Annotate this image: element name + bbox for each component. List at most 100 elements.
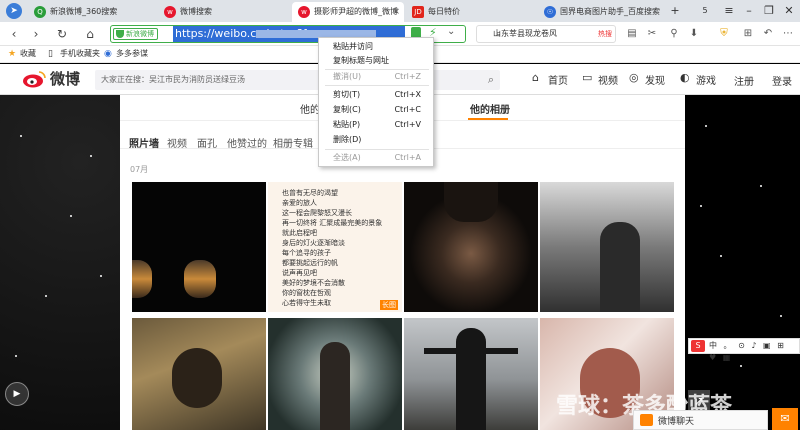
- more-icon[interactable]: ⋯: [780, 26, 796, 42]
- browser-logo-icon[interactable]: ➤: [6, 3, 22, 19]
- photo-thumbnail[interactable]: [268, 318, 402, 430]
- tab-5[interactable]: ☉ 国界电商图片助手_百度搜索: [538, 2, 662, 22]
- menu-icon[interactable]: ≡: [720, 2, 738, 20]
- nav-games[interactable]: ◐游戏: [680, 72, 716, 87]
- baidu-icon: ◉: [104, 49, 114, 59]
- extension-icon[interactable]: ▤: [624, 26, 640, 42]
- grid-icon[interactable]: ⊞: [740, 26, 756, 42]
- magnifier-icon[interactable]: ⚲: [666, 26, 682, 42]
- login-link[interactable]: 登录: [772, 73, 792, 88]
- menu-item-copy[interactable]: 复制(C)Ctrl+C: [319, 103, 435, 117]
- menu-shortcut: Ctrl+Z: [395, 70, 421, 84]
- tab-3-active[interactable]: w 摄影师尹超的微博_微博 ×: [292, 2, 404, 22]
- subtab-video[interactable]: 视频: [167, 135, 187, 150]
- tab-title: 摄影师尹超的微博_微博: [314, 7, 398, 16]
- menu-label: 剪切(T): [333, 90, 360, 99]
- menu-label: 粘贴(P): [333, 120, 360, 129]
- photo-thumbnail[interactable]: [132, 182, 266, 312]
- browser-tab-bar: ➤ Q 新浪微博_360搜索 w 微博搜索 w 摄影师尹超的微博_微博 × JD…: [0, 0, 800, 22]
- subtab-photo-wall[interactable]: 照片墙: [129, 135, 159, 150]
- weibo-search-input[interactable]: 大家正在搜：吴江市民为消防员送绿豆汤 ⌕: [95, 70, 500, 90]
- weibo-brand[interactable]: 微博: [50, 68, 80, 89]
- poem-line: 身后的灯火逐渐暗淡: [282, 238, 345, 248]
- cut-icon[interactable]: ✂: [644, 26, 660, 42]
- bookmark-label: 手机收藏夹: [60, 49, 100, 58]
- home-icon[interactable]: ⌂: [82, 26, 98, 42]
- bookmark-label: 收藏: [20, 49, 36, 58]
- ime-toolbar[interactable]: S 中 。 ⊙ ♪ ▣ ⊞ ♥ ▦: [688, 338, 800, 354]
- weibo-chat-bar[interactable]: 微博聊天: [633, 410, 768, 430]
- tab-counter[interactable]: 5: [696, 2, 714, 20]
- menu-item-paste[interactable]: 粘贴(P) Ctrl+V: [319, 118, 435, 132]
- register-link[interactable]: 注册: [734, 73, 754, 88]
- video-icon: ▭: [582, 72, 592, 84]
- photo-thumbnail-poem[interactable]: 也曾有无尽的渴望 亲爱的旅人 这一程会爬黎怒又漫长 再一切终将 汇聚成最完美的景…: [268, 182, 402, 312]
- photo-thumbnail[interactable]: [540, 182, 674, 312]
- menu-item-delete[interactable]: 删除(D): [319, 133, 435, 147]
- subtab-faces[interactable]: 面孔: [197, 135, 217, 150]
- menu-separator: [325, 149, 429, 150]
- chevron-down-icon[interactable]: ⌄: [447, 26, 455, 37]
- search-icon[interactable]: ⌕: [488, 70, 494, 90]
- bookmark-mobile[interactable]: ▯ 手机收藏夹: [48, 46, 100, 62]
- back-icon[interactable]: ‹: [6, 26, 22, 42]
- window-shape: [132, 260, 152, 298]
- tab-2[interactable]: w 微博搜索: [158, 2, 290, 22]
- photo-thumbnail[interactable]: [404, 318, 538, 430]
- nav-discover[interactable]: ◎发现: [629, 72, 665, 87]
- poem-line: 也曾有无尽的渴望: [282, 188, 338, 198]
- menu-label: 删除(D): [333, 135, 361, 144]
- tab-his-album[interactable]: 他的相册: [470, 101, 510, 116]
- nav-label: 游戏: [696, 76, 716, 87]
- bookmark-label: 多多参谋: [116, 49, 148, 58]
- forward-icon[interactable]: ›: [28, 26, 44, 42]
- chat-icon: [640, 414, 653, 426]
- poem-line: 每个追寻的孩子: [282, 248, 331, 258]
- tab-4[interactable]: JD 每日特价: [406, 2, 530, 22]
- menu-item-copy-title-url[interactable]: 复制标题与网址: [319, 54, 435, 68]
- menu-item-cut[interactable]: 剪切(T)Ctrl+X: [319, 88, 435, 102]
- photo-thumbnail[interactable]: [132, 318, 266, 430]
- long-image-badge: 长图: [380, 300, 398, 310]
- phone-icon: ▯: [48, 49, 58, 59]
- tab-title: 新浪微博_360搜索: [50, 7, 117, 16]
- poem-line: 心若得守生未取: [282, 298, 331, 308]
- undo-icon[interactable]: ↶: [760, 26, 776, 42]
- tab-his[interactable]: 他的: [300, 101, 320, 116]
- secure-badge[interactable]: 新浪微博: [113, 28, 158, 40]
- weibo-icon: w: [164, 6, 176, 18]
- bookmark-duoduo[interactable]: ◉ 多多参谋: [104, 46, 148, 62]
- restore-icon[interactable]: ❐: [760, 2, 778, 20]
- tab-1[interactable]: Q 新浪微博_360搜索: [28, 2, 160, 22]
- refresh-icon[interactable]: ↻: [54, 26, 70, 42]
- bookmark-favorites[interactable]: ★ 收藏: [8, 46, 36, 62]
- minimize-icon[interactable]: –: [740, 2, 758, 20]
- menu-shortcut: Ctrl+C: [394, 103, 421, 117]
- nav-home[interactable]: ⌂首页: [532, 72, 568, 87]
- shield-icon[interactable]: ⛨: [716, 26, 732, 42]
- menu-shortcut: Ctrl+V: [395, 118, 421, 132]
- search-input[interactable]: ⌕ 山东莘县现龙卷风 热搜: [476, 25, 616, 43]
- close-window-icon[interactable]: ✕: [780, 2, 798, 20]
- weibo-logo-icon[interactable]: [22, 70, 46, 88]
- month-label: 07月: [130, 164, 148, 175]
- figure-shape: [320, 342, 350, 430]
- new-tab-button[interactable]: +: [666, 2, 684, 20]
- menu-item-paste-go[interactable]: 粘贴并访问: [319, 40, 435, 54]
- close-icon[interactable]: ×: [392, 2, 400, 22]
- subtab-albums[interactable]: 相册专辑: [273, 135, 313, 150]
- poem-line: 都要挑起远行的帆: [282, 258, 338, 268]
- figure-shape: [172, 348, 222, 408]
- play-icon[interactable]: ▶: [5, 382, 29, 406]
- star-icon: ★: [8, 49, 18, 59]
- window-shape: [184, 260, 216, 298]
- message-icon[interactable]: ✉: [772, 408, 798, 430]
- weibo-icon: w: [298, 6, 310, 18]
- photo-thumbnail[interactable]: [404, 182, 538, 312]
- subtab-liked[interactable]: 他赞过的: [227, 135, 267, 150]
- menu-item-select-all: 全选(A)Ctrl+A: [319, 151, 435, 165]
- nav-video[interactable]: ▭视频: [582, 72, 618, 87]
- figure-shape: [600, 222, 640, 312]
- download-icon[interactable]: ⬇: [686, 26, 702, 42]
- compass-icon: ◎: [629, 72, 639, 84]
